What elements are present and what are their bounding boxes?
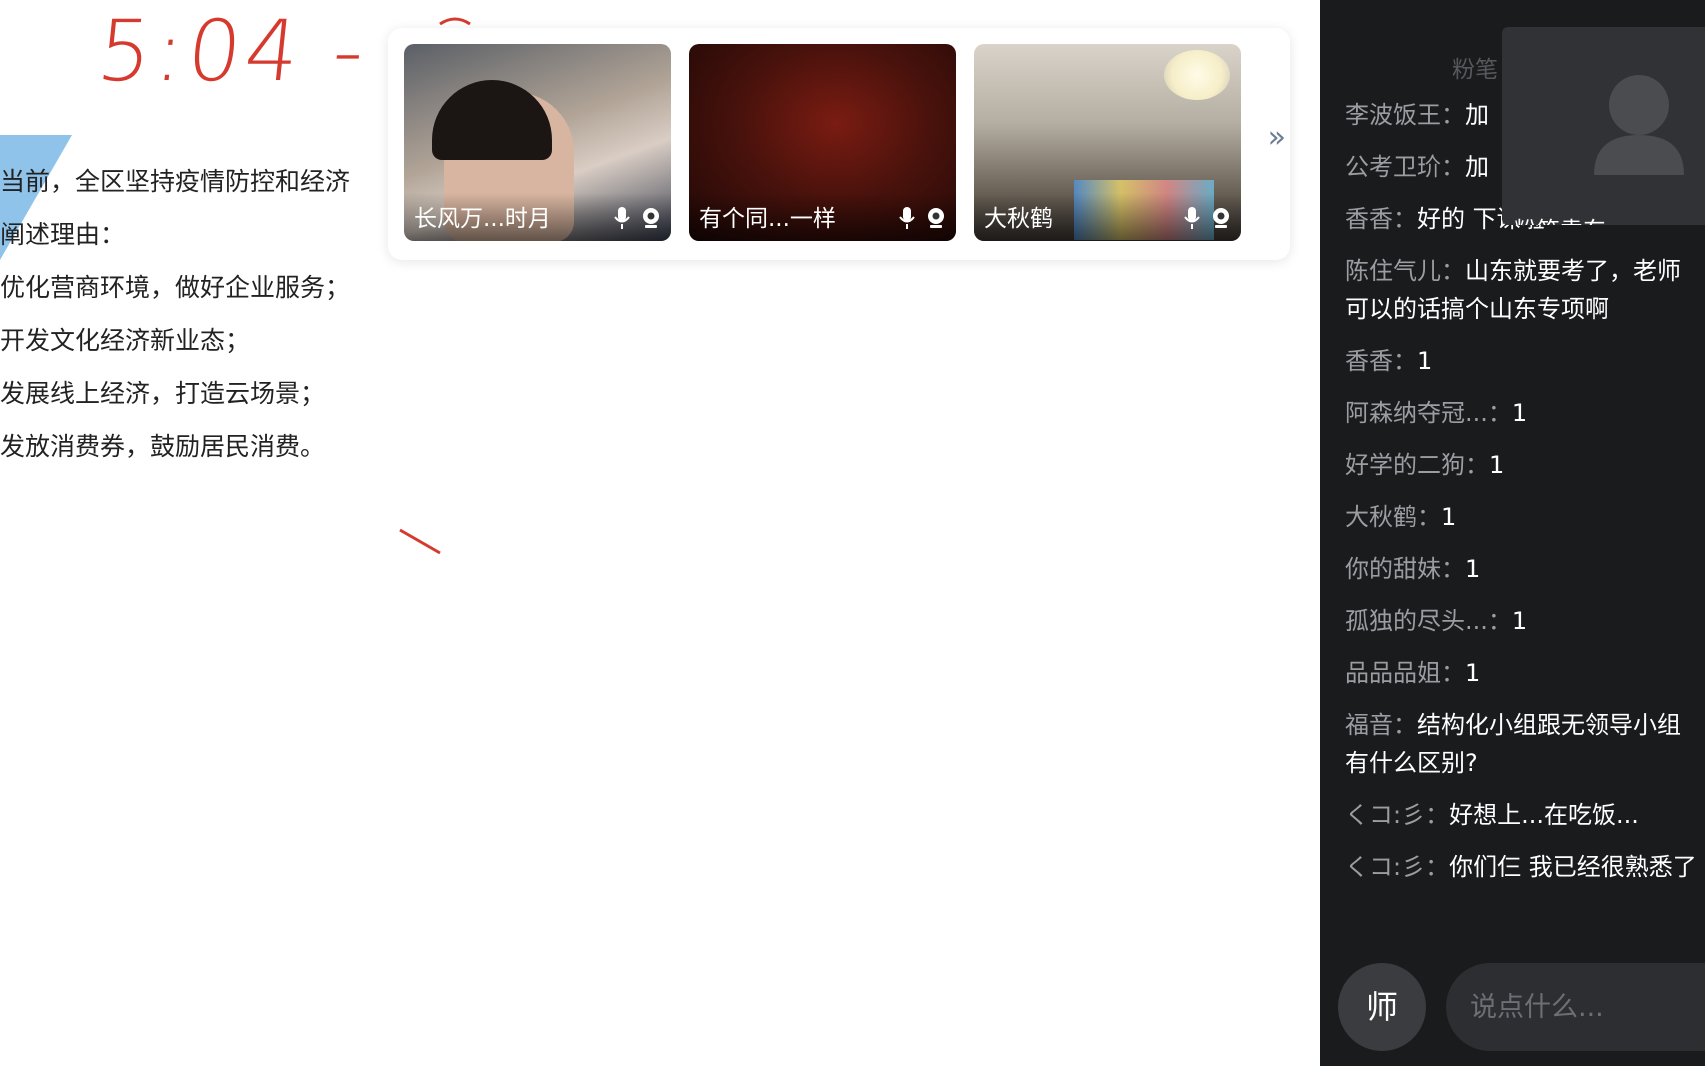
chat-message: くコ:彡：你们仨 我已经很熟悉了: [1345, 848, 1700, 886]
microphone-icon: [1184, 207, 1200, 229]
chat-message: 阿森纳夺冠...：1: [1345, 394, 1700, 432]
chat-nickname: 阿森纳夺冠...：: [1345, 399, 1512, 427]
chat-input[interactable]: [1446, 963, 1705, 1051]
chat-text: 1: [1417, 347, 1433, 375]
camera-icon: [643, 208, 659, 228]
tile-status-icons: [1183, 206, 1231, 230]
chat-text: 1: [1511, 607, 1528, 635]
chat-nickname: 品品品姐：: [1345, 659, 1465, 687]
video-tile[interactable]: 长风万...时月: [404, 44, 671, 241]
slide-line: 发放消费券，鼓励居民消费。: [0, 432, 326, 461]
slide-line: 发展线上经济，打造云场景；: [0, 379, 326, 408]
participant-video-detail: [432, 80, 552, 160]
chat-message: くコ:彡：好想上...在吃饭...: [1345, 796, 1700, 834]
chat-nickname: くコ:彡：: [1345, 853, 1450, 881]
tile-status-icons: [898, 206, 946, 230]
slide-line: 当前，全区坚持疫情防控和经济: [0, 167, 351, 196]
double-chevron-right-icon[interactable]: »: [1268, 120, 1286, 155]
tile-caption-bar: 大秋鹤: [974, 193, 1241, 241]
chat-message: 孤独的尽头...：1: [1345, 602, 1700, 640]
video-strip: 长风万...时月 有个同...一样 大秋鹤 »: [388, 28, 1290, 260]
chat-message: 福音：结构化小组跟无领导小组有什么区别?: [1345, 706, 1700, 782]
slide-line: 阐述理由：: [0, 220, 126, 249]
host-video-tile[interactable]: 粉笔袁东: [1502, 27, 1705, 225]
participant-name: 大秋鹤: [984, 206, 1053, 232]
participant-name: 有个同...一样: [699, 206, 836, 232]
chat-message: 好学的二狗：1: [1345, 446, 1700, 484]
chat-message: 陈住气儿：山东就要考了，老师可以的话搞个山东专项啊: [1345, 252, 1700, 328]
chat-text: 1: [1511, 399, 1528, 427]
chat-text: 1: [1465, 555, 1481, 583]
chat-nickname: 陈住气儿：: [1345, 257, 1465, 285]
video-tile[interactable]: 有个同...一样: [689, 44, 956, 241]
chat-text: 1: [1465, 659, 1481, 687]
camera-icon: [1213, 208, 1229, 228]
chat-nickname: 公考卫玠：: [1345, 153, 1465, 181]
chat-nickname: 大秋鹤：: [1345, 503, 1441, 531]
participant-name: 长风万...时月: [414, 206, 551, 232]
host-name: 粉笔袁东: [1514, 211, 1606, 225]
tile-caption-bar: 长风万...时月: [404, 193, 671, 241]
chat-nickname: くコ:彡：: [1345, 801, 1450, 829]
microphone-icon: [614, 207, 630, 229]
video-tile[interactable]: 大秋鹤: [974, 44, 1241, 241]
whiteboard[interactable]: 5:04 - 当前，全区坚持疫情防控和经济 阐述理由： 优化营商环境，做好企业服…: [0, 0, 1320, 1066]
chat-nickname: 香香：: [1345, 347, 1417, 375]
chat-message: 品品品姐：1: [1345, 654, 1700, 692]
chat-text: 加: [1465, 101, 1489, 129]
chat-nickname: 你的甜妹：: [1345, 555, 1465, 583]
chat-text: 1: [1489, 451, 1505, 479]
handwritten-time-annotation: 5:04 -: [92, 2, 373, 100]
chat-nickname: 孤独的尽头...：: [1345, 607, 1512, 635]
tile-status-icons: [613, 206, 661, 230]
chat-nickname: 香香：: [1345, 205, 1417, 233]
chat-message: 你的甜妹：1: [1345, 550, 1700, 588]
chat-text: 1: [1441, 503, 1457, 531]
live-class-screen: 5:04 - 当前，全区坚持疫情防控和经济 阐述理由： 优化营商环境，做好企业服…: [0, 0, 1705, 1066]
chat-nickname: 好学的二狗：: [1345, 451, 1489, 479]
chat-nickname: 李波饭王：: [1345, 101, 1465, 129]
tile-caption-bar: 有个同...一样: [689, 193, 956, 241]
slide-text: 当前，全区坚持疫情防控和经济 阐述理由： 优化营商环境，做好企业服务； 开发文化…: [0, 160, 400, 478]
chat-header-label: 粉笔: [1452, 57, 1498, 83]
chat-text: 好想上...在吃饭...: [1449, 801, 1639, 829]
participant-video-detail: [1164, 50, 1230, 100]
chat-nickname: 福音：: [1345, 711, 1417, 739]
chat-text: 加: [1465, 153, 1489, 181]
chat-message: 香香：1: [1345, 342, 1700, 380]
microphone-icon: [899, 207, 915, 229]
user-avatar-icon: [1594, 75, 1684, 175]
chat-message: 大秋鹤：1: [1345, 498, 1700, 536]
camera-icon: [928, 208, 944, 228]
chat-text: 你们仨 我已经很熟悉了: [1449, 853, 1697, 881]
slide-line: 优化营商环境，做好企业服务；: [0, 273, 351, 302]
slide-line: 开发文化经济新业态；: [0, 326, 251, 355]
teacher-only-toggle-button[interactable]: 师: [1338, 963, 1426, 1051]
